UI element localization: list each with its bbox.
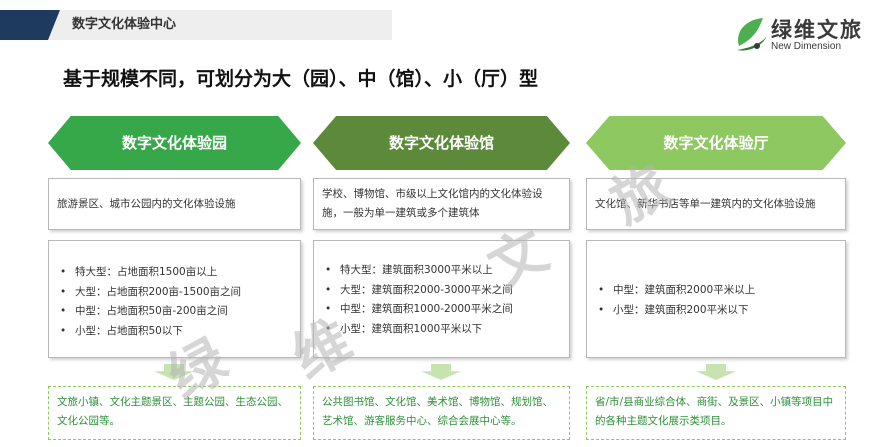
column-description: 文化馆、新华书店等单一建筑内的文化体验设施 bbox=[586, 178, 846, 230]
column-header: 数字文化体验厅 bbox=[586, 116, 846, 170]
size-list: 特大型：占地面积1500亩以上 大型：占地面积200亩-1500亩之间 中型：占… bbox=[48, 240, 301, 358]
list-item: 小型：建筑面积1000平米以下 bbox=[322, 320, 561, 340]
header-bar bbox=[0, 10, 392, 40]
column-title: 数字文化体验馆 bbox=[388, 134, 494, 152]
column-description: 旅游景区、城市公园内的文化体验设施 bbox=[48, 178, 301, 230]
list-item: 小型：建筑面积200平米以下 bbox=[595, 301, 837, 321]
column-title: 数字文化体验园 bbox=[121, 134, 227, 152]
examples-box: 文旅小镇、文化主题景区、主题公园、生态公园、文化公园等。 bbox=[48, 386, 301, 440]
list-item: 大型：建筑面积2000-3000平米之间 bbox=[322, 281, 561, 301]
list-item: 中型：建筑面积1000-2000平米之间 bbox=[322, 300, 561, 320]
size-list: 特大型：建筑面积3000平米以上 大型：建筑面积2000-3000平米之间 中型… bbox=[313, 240, 570, 358]
size-list: 中型：建筑面积2000平米以上 小型：建筑面积200平米以下 bbox=[586, 240, 846, 358]
down-arrow-icon bbox=[154, 364, 194, 380]
column-header: 数字文化体验园 bbox=[48, 116, 301, 170]
logo-text-cn: 绿维文旅 bbox=[771, 18, 863, 42]
column-description: 学校、博物馆、市级以上文化馆内的文化体验设施，一般为单一建筑或多个建筑体 bbox=[313, 178, 570, 230]
column-title: 数字文化体验厅 bbox=[663, 134, 769, 152]
down-arrow-icon bbox=[421, 364, 461, 380]
examples-box: 省/市/县商业综合体、商街、及景区、小镇等项目中的各种主题文化展示类项目。 bbox=[586, 386, 846, 440]
list-item: 特大型：占地面积1500亩以上 bbox=[57, 263, 292, 283]
list-item: 中型：建筑面积2000平米以上 bbox=[595, 281, 837, 301]
leaf-logo-icon bbox=[737, 18, 767, 51]
logo-text-en: New Dimension bbox=[771, 41, 842, 52]
down-arrow-icon bbox=[696, 364, 736, 380]
list-item: 小型：占地面积50以下 bbox=[57, 322, 292, 342]
header-title: 数字文化体验中心 bbox=[72, 17, 177, 32]
page-title: 基于规模不同，可划分为大（园）、中（馆）、小（厅）型 bbox=[63, 68, 539, 90]
list-item: 大型：占地面积200亩-1500亩之间 bbox=[57, 283, 292, 303]
column-header: 数字文化体验馆 bbox=[313, 116, 570, 170]
list-item: 特大型：建筑面积3000平米以上 bbox=[322, 261, 561, 281]
brand-logo: 绿维文旅 New Dimension bbox=[733, 12, 863, 58]
list-item: 中型：占地面积50亩-200亩之间 bbox=[57, 302, 292, 322]
examples-box: 公共图书馆、文化馆、美术馆、博物馆、规划馆、艺术馆、游客服务中心、综合会展中心等… bbox=[313, 386, 570, 440]
